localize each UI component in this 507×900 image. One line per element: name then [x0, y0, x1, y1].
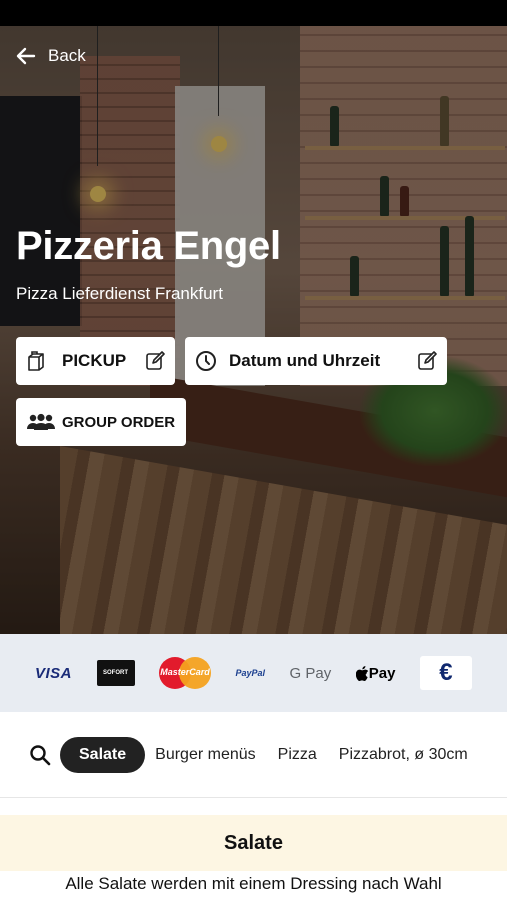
google-pay-logo: G Pay — [289, 664, 332, 682]
apple-pay-label: Pay — [368, 664, 396, 682]
clock-icon — [196, 351, 216, 371]
hero-overlay — [0, 26, 507, 634]
payment-methods-bar: VISA SOFORT MasterCard PayPal G Pay Pay … — [0, 634, 507, 712]
edit-icon — [418, 351, 437, 370]
datetime-button[interactable]: Datum und Uhrzeit — [185, 337, 447, 385]
group-icon — [27, 413, 55, 430]
euro-cash-logo: € — [419, 656, 472, 690]
sofort-logo: SOFORT — [96, 660, 135, 686]
search-icon[interactable] — [28, 743, 52, 767]
apple-icon — [355, 665, 368, 681]
section-title: Salate — [0, 815, 507, 871]
pickup-button[interactable]: PICKUP — [16, 337, 175, 385]
back-label: Back — [48, 46, 86, 65]
datetime-label: Datum und Uhrzeit — [229, 351, 381, 370]
category-tab-burger-menus[interactable]: Burger menüs — [155, 746, 256, 764]
restaurant-title: Pizzeria Engel — [16, 224, 281, 268]
paypal-logo: PayPal — [235, 668, 266, 678]
bag-icon — [28, 351, 44, 371]
category-tab-salate[interactable]: Salate — [60, 736, 146, 773]
mastercard-logo: MasterCard — [159, 657, 212, 689]
hero-image — [0, 26, 507, 634]
group-order-label: GROUP ORDER — [62, 413, 176, 431]
category-nav: Salate Burger menüs Pizza Pizzabrot, ø 3… — [0, 712, 507, 798]
category-tab-pizza[interactable]: Pizza — [278, 746, 317, 764]
back-button[interactable]: Back — [14, 44, 86, 68]
apple-pay-logo: Pay — [355, 664, 396, 682]
edit-icon — [146, 351, 165, 370]
status-bar — [0, 0, 507, 26]
pickup-label: PICKUP — [62, 351, 127, 370]
category-tab-pizzabrot[interactable]: Pizzabrot, ø 30cm — [339, 746, 468, 764]
mastercard-label: MasterCard — [160, 667, 210, 677]
visa-logo: VISA — [35, 664, 73, 682]
group-order-button[interactable]: GROUP ORDER — [16, 398, 186, 446]
arrow-left-icon — [16, 47, 36, 65]
restaurant-subtitle: Pizza Lieferdienst Frankfurt — [16, 284, 223, 303]
section-description: Alle Salate werden mit einem Dressing na… — [65, 874, 442, 893]
